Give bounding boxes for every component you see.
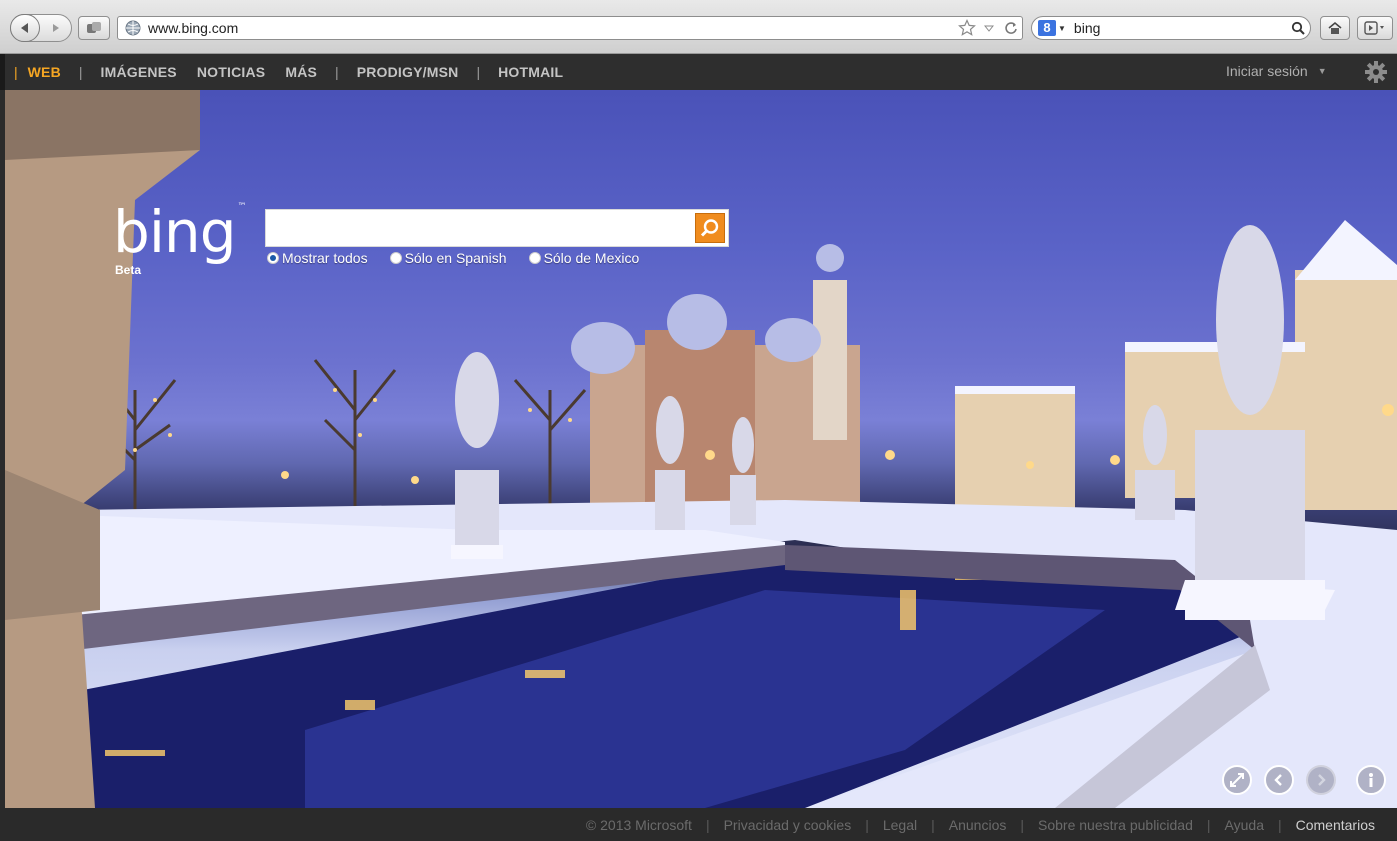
logo-text: bing xyxy=(113,198,237,266)
bookmarks-menu-button[interactable] xyxy=(1357,16,1393,40)
search-button[interactable] xyxy=(695,213,725,243)
chevron-left-icon xyxy=(1274,774,1282,786)
footer-separator: | xyxy=(1020,817,1024,833)
home-icon xyxy=(1328,21,1342,34)
option-solo-spanish[interactable]: Sólo en Spanish xyxy=(389,250,507,266)
bing-logo: bing ™ Beta xyxy=(113,202,247,278)
home-button[interactable] xyxy=(1320,16,1350,40)
bookmarks-icon xyxy=(1364,21,1384,35)
reload-icon[interactable] xyxy=(1000,18,1022,38)
footer-separator: | xyxy=(1277,817,1282,833)
footer-link-legal[interactable]: Legal xyxy=(883,817,917,833)
image-info-button[interactable] xyxy=(1356,765,1386,795)
url-text[interactable]: www.bing.com xyxy=(148,20,956,36)
nav-imagenes[interactable]: IMÁGENES xyxy=(101,64,177,80)
nav-buttons xyxy=(10,14,72,42)
footer-links: © 2013 Microsoft | Privacidad y cookies … xyxy=(586,817,1375,833)
nav-hotmail[interactable]: HOTMAIL xyxy=(498,64,563,80)
browser-search-text[interactable]: bing xyxy=(1074,20,1286,36)
nav-mas[interactable]: MÁS xyxy=(285,64,317,80)
google-g-icon[interactable]: 8 xyxy=(1038,20,1056,36)
nav-noticias[interactable]: NOTICIAS xyxy=(197,64,266,80)
footer-link-ads[interactable]: Anuncios xyxy=(949,817,1007,833)
history-dropdown-icon[interactable] xyxy=(978,18,1000,38)
footer-separator: | xyxy=(931,817,935,833)
browser-search-bar[interactable]: 8 ▼ bing xyxy=(1031,16,1311,40)
footer-separator: | xyxy=(1206,817,1211,833)
info-icon xyxy=(1369,773,1373,787)
option-label[interactable]: Sólo en Spanish xyxy=(405,250,507,266)
footer-link-help[interactable]: Ayuda xyxy=(1225,817,1264,833)
footer-separator: | xyxy=(705,817,710,833)
back-arrow-icon xyxy=(21,23,28,33)
search-input[interactable] xyxy=(270,214,688,242)
search-engine-dropdown-icon[interactable]: ▼ xyxy=(1058,24,1066,33)
option-label[interactable]: Sólo de Mexico xyxy=(544,250,640,266)
homepage-background-image: bing ™ Beta Mostrar todos Sólo en Spanish… xyxy=(5,90,1397,808)
footer: © 2013 Microsoft | Privacidad y cookies … xyxy=(0,808,1397,841)
site-info-button[interactable] xyxy=(78,16,110,40)
option-mostrar-todos[interactable]: Mostrar todos xyxy=(267,250,368,266)
search-icon xyxy=(700,219,719,237)
site-nav-bar: | WEB | IMÁGENES NOTICIAS MÁS | PRODIGY/… xyxy=(0,54,1397,90)
window-edge xyxy=(0,54,5,90)
puzzle-icon xyxy=(87,22,101,33)
bookmark-star-icon[interactable] xyxy=(956,18,978,38)
top-nav: | WEB | IMÁGENES NOTICIAS MÁS | PRODIGY/… xyxy=(14,54,573,90)
footer-link-about-ads[interactable]: Sobre nuestra publicidad xyxy=(1038,817,1193,833)
nav-separator: | xyxy=(14,64,18,80)
radio-unselected[interactable] xyxy=(528,252,541,264)
forward-arrow-icon xyxy=(53,24,59,32)
fullscreen-button[interactable] xyxy=(1222,765,1252,795)
search-icon[interactable] xyxy=(1286,21,1310,35)
next-image-button[interactable] xyxy=(1306,765,1336,795)
previous-image-button[interactable] xyxy=(1264,765,1294,795)
nav-separator: | xyxy=(78,64,83,80)
nav-separator: | xyxy=(335,64,339,80)
back-button[interactable] xyxy=(10,14,40,42)
signin-label[interactable]: Iniciar sesión xyxy=(1226,63,1308,79)
signin-menu[interactable]: Iniciar sesión ▼ xyxy=(1226,63,1327,79)
chevron-down-icon[interactable]: ▼ xyxy=(1318,66,1327,76)
footer-separator: | xyxy=(865,817,869,833)
footer-link-privacy[interactable]: Privacidad y cookies xyxy=(724,817,852,833)
radio-selected[interactable] xyxy=(267,252,279,264)
trademark: ™ xyxy=(237,202,247,212)
footer-copyright: © 2013 Microsoft xyxy=(585,817,692,833)
gear-icon[interactable] xyxy=(1364,60,1388,84)
option-solo-mexico[interactable]: Sólo de Mexico xyxy=(528,250,640,266)
chevron-right-icon xyxy=(1318,774,1326,786)
search-scope-options: Mostrar todos Sólo en Spanish Sólo de Me… xyxy=(267,250,661,266)
nav-separator: | xyxy=(476,64,481,80)
search-box[interactable] xyxy=(265,209,729,247)
nav-prodigy-msn[interactable]: PRODIGY/MSN xyxy=(357,64,459,80)
globe-icon xyxy=(125,20,141,36)
expand-icon xyxy=(1230,773,1244,787)
browser-toolbar: www.bing.com 8 ▼ bing xyxy=(0,0,1397,54)
footer-link-feedback[interactable]: Comentarios xyxy=(1296,817,1375,833)
option-label[interactable]: Mostrar todos xyxy=(282,250,368,266)
forward-button[interactable] xyxy=(45,18,67,38)
radio-unselected[interactable] xyxy=(389,252,402,264)
url-bar[interactable]: www.bing.com xyxy=(117,16,1023,40)
nav-web[interactable]: WEB xyxy=(28,64,61,80)
